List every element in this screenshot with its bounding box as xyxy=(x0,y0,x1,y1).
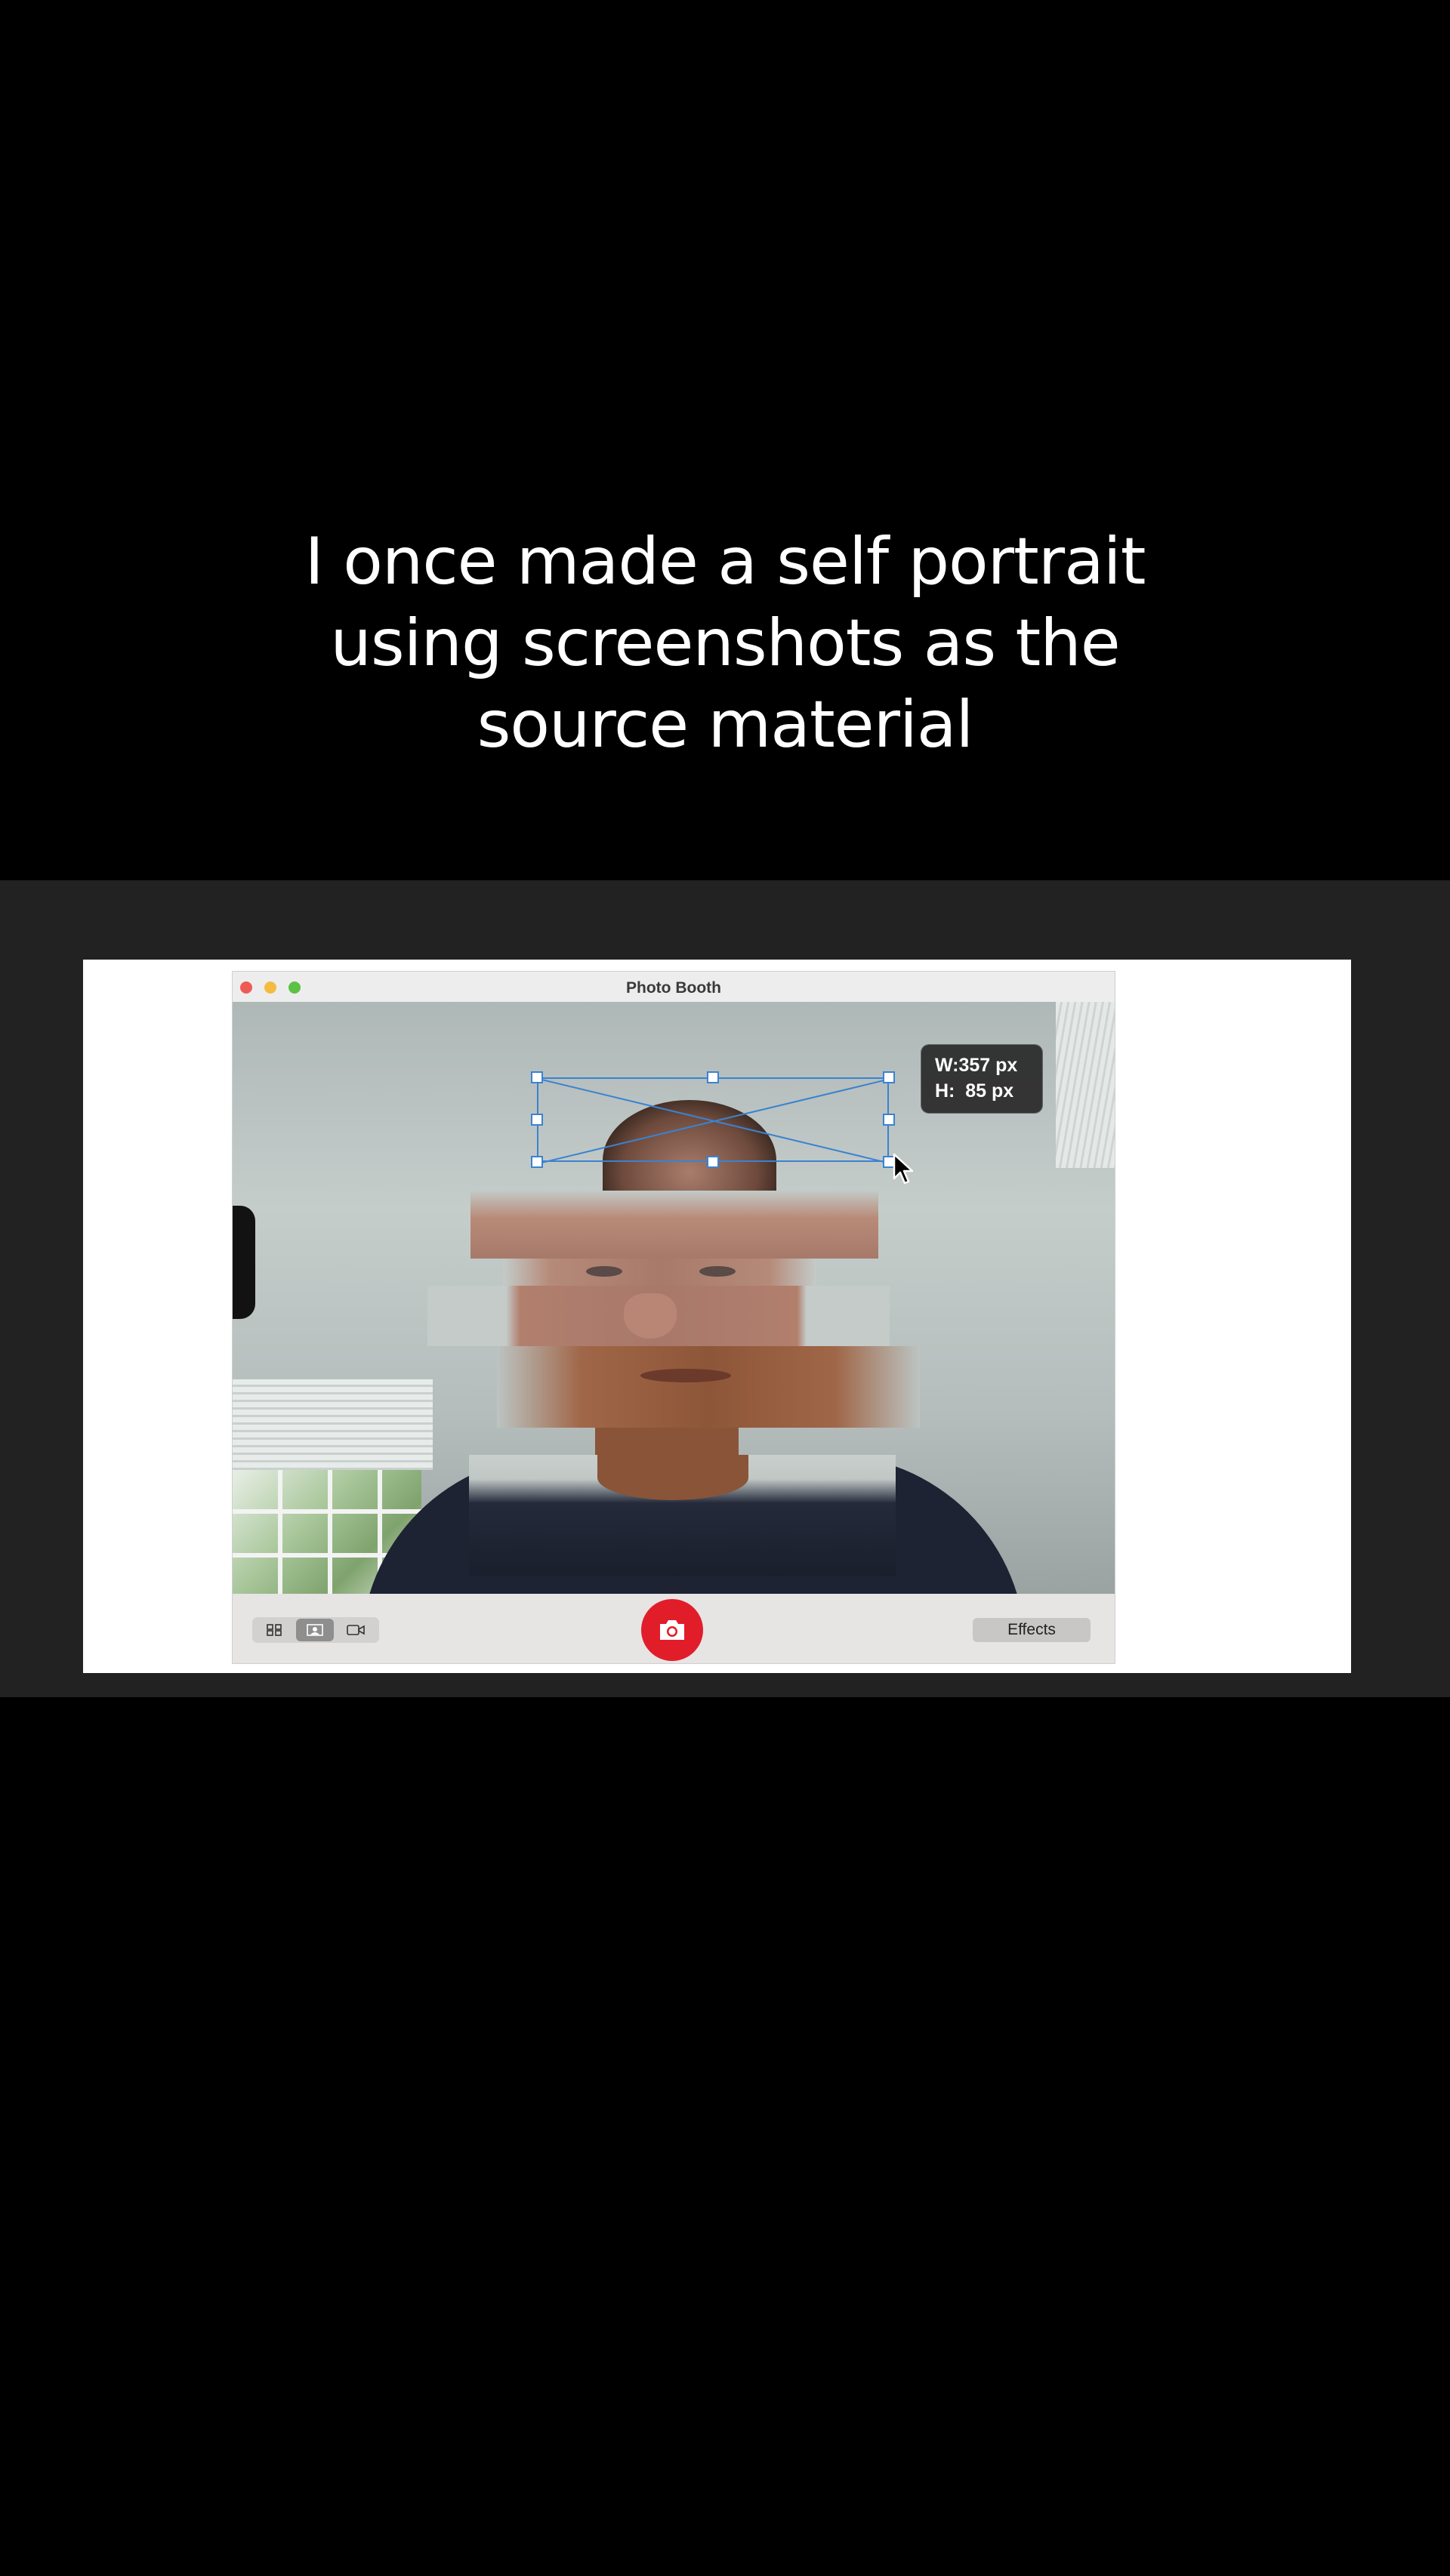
grid-view-icon xyxy=(267,1624,282,1636)
width-readout: W:357 px xyxy=(935,1055,1018,1076)
caption-line-3: source material xyxy=(477,687,974,763)
single-photo-icon xyxy=(307,1624,323,1636)
view-mode-segmented-control xyxy=(252,1617,379,1643)
beard-chin xyxy=(597,1455,748,1500)
take-photo-button[interactable] xyxy=(641,1599,703,1661)
window-blinds-left xyxy=(233,1379,433,1470)
camera-preview: W:357 px H: 85 px xyxy=(233,1002,1115,1594)
single-photo-button[interactable] xyxy=(296,1619,334,1641)
camera-icon xyxy=(660,1620,684,1640)
mouse-cursor-icon xyxy=(893,1153,914,1185)
resize-handle-top-right[interactable] xyxy=(883,1071,895,1083)
resize-handle-bottom-left[interactable] xyxy=(531,1156,543,1168)
collage-strip-nose xyxy=(427,1286,890,1346)
photo-booth-window: Photo Booth W:357 px H: 85 px Effects xyxy=(233,972,1115,1663)
resize-handle-top-left[interactable] xyxy=(531,1071,543,1083)
video-button[interactable] xyxy=(337,1619,375,1641)
effects-button[interactable]: Effects xyxy=(973,1618,1091,1642)
grid-view-button[interactable] xyxy=(255,1619,293,1641)
caption-line-1: I once made a self portrait xyxy=(304,524,1146,599)
bottom-toolbar: Effects xyxy=(233,1594,1115,1663)
dimension-readout: W:357 px H: 85 px xyxy=(921,1045,1042,1113)
collage-strip-forehead xyxy=(470,1191,878,1259)
collage-strip-chest xyxy=(469,1455,896,1576)
collage-strip-eyes xyxy=(503,1259,816,1286)
video-icon xyxy=(347,1625,365,1635)
selection-cross xyxy=(538,1079,890,1163)
selection-rectangle[interactable] xyxy=(537,1077,890,1163)
speaker-object xyxy=(233,1206,255,1319)
resize-handle-middle-left[interactable] xyxy=(531,1114,543,1126)
height-readout: H: 85 px xyxy=(935,1080,1014,1102)
left-eye xyxy=(586,1266,622,1277)
window-blinds-right xyxy=(1056,1002,1115,1168)
right-eye xyxy=(699,1266,736,1277)
resize-handle-bottom-center[interactable] xyxy=(707,1156,719,1168)
caption-line-2: using screenshots as the xyxy=(330,605,1120,681)
mouth xyxy=(640,1369,731,1382)
caption: I once made a self portrait using screen… xyxy=(0,521,1450,766)
resize-handle-middle-right[interactable] xyxy=(883,1114,895,1126)
resize-handle-top-center[interactable] xyxy=(707,1071,719,1083)
nose xyxy=(624,1293,677,1339)
collage-strip-mouth xyxy=(497,1346,920,1428)
window-title: Photo Booth xyxy=(626,979,721,997)
title-bar[interactable]: Photo Booth xyxy=(233,972,1115,1003)
